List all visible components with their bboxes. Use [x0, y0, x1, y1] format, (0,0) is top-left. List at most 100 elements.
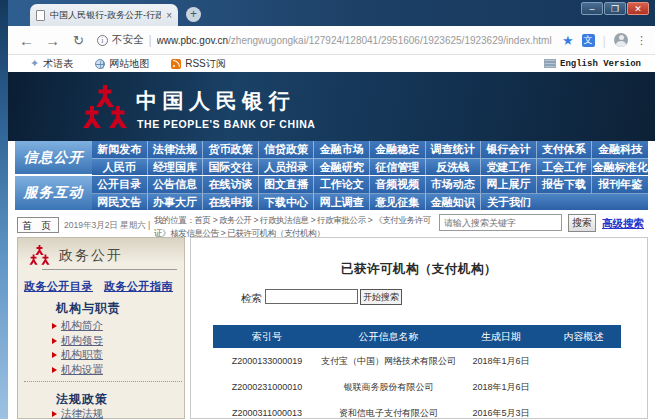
nav-item[interactable]: 调查统计	[426, 141, 482, 158]
tab-favicon-icon	[36, 10, 45, 21]
address-bar: ← → ↻ i 不安全 | www.pbc.gov.cn/zhengwugong…	[8, 26, 655, 55]
nav-item[interactable]: 党建工作	[481, 159, 537, 176]
rss-link[interactable]: RSS订阅	[171, 57, 226, 71]
nav-item[interactable]: 金融科技	[592, 141, 648, 158]
bank-name-english: THE PEOPLE'S BANK OF CHINA	[137, 118, 316, 130]
browser-titlebar: 中国人民银行-政务公开-行政执 × + – ❐ ✕	[0, 0, 655, 26]
nav-item[interactable]: 意见征集	[370, 194, 426, 211]
nav-item[interactable]: 信贷政策	[259, 141, 315, 158]
site-search-button[interactable]: 搜索	[568, 214, 596, 232]
nav-item[interactable]: 公开目录	[92, 176, 148, 193]
browser-tab[interactable]: 中国人民银行-政务公开-行政执 ×	[30, 4, 178, 26]
nav-item[interactable]: 银行会计	[481, 141, 537, 158]
start-search-button[interactable]: 开始搜索	[360, 289, 402, 305]
translate-icon[interactable]: 文	[582, 34, 595, 47]
window-maximize-button[interactable]: ❐	[604, 2, 626, 15]
sidebar-item-org-duty[interactable]: 机构职责	[52, 348, 103, 362]
nav-item[interactable]: 工作论文	[314, 176, 370, 193]
pbc-logo-small	[28, 245, 51, 266]
nav-item[interactable]: 金融知识	[426, 194, 482, 211]
sidebar-item-org-leaders[interactable]: 机构领导	[52, 334, 103, 348]
nav-item[interactable]: 工会工作	[537, 159, 593, 176]
nav-item[interactable]: 支付体系	[537, 141, 593, 158]
org-name-link[interactable]: 银联商务股份有限公司	[321, 381, 456, 394]
nav-item[interactable]: 金融标准化	[592, 159, 648, 176]
sidebar-section-title: 法规政策	[56, 391, 108, 408]
profile-avatar-icon[interactable]	[614, 33, 628, 47]
advanced-search-link[interactable]: 高级搜索	[602, 217, 644, 231]
browser-menu-icon[interactable]: ⋮	[636, 34, 647, 47]
nav-item[interactable]: 货币政策	[203, 141, 259, 158]
glossary-link[interactable]: ✦ 术语表	[30, 57, 73, 71]
table-row: Z2000231000010 银联商务股份有限公司 2018年1月6日	[213, 374, 621, 400]
nav-item[interactable]: 市场动态	[426, 176, 482, 193]
nav-item[interactable]: 网上调查	[314, 194, 370, 211]
sidebar-item-org-setup[interactable]: 机构设置	[52, 363, 103, 377]
nav-item[interactable]: 反洗钱	[426, 159, 482, 176]
org-name-link[interactable]: 支付宝（中国）网络技术有限公司	[321, 355, 456, 368]
date-text: 2019年3月2日 星期六 |	[64, 220, 150, 232]
site-search-input[interactable]	[439, 214, 562, 231]
retrieve-input[interactable]	[265, 289, 358, 304]
nav-item[interactable]: 法律法规	[148, 141, 204, 158]
nav-item[interactable]: 在线申报	[203, 194, 259, 211]
nav-item[interactable]: 报刊年鉴	[592, 176, 648, 193]
nav-item[interactable]: 公告信息	[148, 176, 204, 193]
nav-item[interactable]: 人民币	[92, 159, 148, 176]
globe-icon	[95, 59, 105, 69]
nav-item[interactable]: 金融稳定	[370, 141, 426, 158]
nav-item[interactable]: 网上展厅	[481, 176, 537, 193]
table-header-row: 索引号 公开信息名称 生成日期 内容概述	[213, 325, 621, 348]
nav-item[interactable]: 在线访谈	[203, 176, 259, 193]
sidebar-section-title: 机构与职责	[56, 300, 121, 317]
url-text[interactable]: www.pbc.gov.cn/zhengwugongkai/127924/128…	[157, 35, 552, 46]
new-tab-button[interactable]: +	[186, 7, 201, 22]
page-title: 已获许可机构（支付机构）	[191, 261, 647, 278]
sitemap-link[interactable]: 网站地图	[95, 57, 149, 71]
reload-icon[interactable]: ↻	[73, 33, 84, 48]
window-minimize-button[interactable]: –	[581, 2, 603, 15]
tab-title: 中国人民银行-政务公开-行政执	[50, 9, 161, 22]
table-row: Z2000311000013 资和信电子支付有限公司 2016年5月3日	[213, 400, 621, 419]
nav-item[interactable]: 金融研究	[314, 159, 370, 176]
sidebar: 政务公开 政务公开目录 政务公开指南 机构与职责 机构简介 机构领导 机构职责 …	[17, 237, 185, 419]
english-version-link[interactable]: English Version	[544, 59, 641, 69]
main-navigation: 信息公开 服务互动 新闻发布 法律法规 货币政策 信贷政策 金融市场 金融稳定 …	[15, 141, 648, 211]
nav-group-info-disclosure[interactable]: 信息公开	[15, 141, 92, 175]
nav-item[interactable]: 办事大厅	[148, 194, 204, 211]
nav-item[interactable]: 征信管理	[370, 159, 426, 176]
back-icon[interactable]: ←	[19, 32, 34, 49]
browser-window: 中国人民银行-政务公开-行政执 × + – ❐ ✕ ← → ↻ i 不安全 | …	[0, 0, 655, 419]
sidebar-item-org-intro[interactable]: 机构简介	[52, 319, 103, 333]
flag-icon	[544, 59, 556, 68]
forward-icon[interactable]: →	[45, 32, 60, 49]
nav-item[interactable]: 人员招录	[259, 159, 315, 176]
sidebar-link-directory[interactable]: 政务公开目录	[24, 279, 93, 294]
main-panel: 已获许可机构（支付机构） 检索： 开始搜索 索引号 公开信息名称 生成日期 内容…	[190, 237, 648, 419]
nav-item[interactable]: 网民文告	[92, 194, 148, 211]
org-name-link[interactable]: 资和信电子支付有限公司	[321, 407, 456, 419]
sidebar-link-guide[interactable]: 政务公开指南	[104, 279, 173, 294]
sidebar-item-laws[interactable]: 法律法规	[52, 407, 103, 419]
nav-item[interactable]: 国际交往	[203, 159, 259, 176]
license-table: 索引号 公开信息名称 生成日期 内容概述 Z2000133000019 支付宝（…	[213, 325, 621, 419]
nav-item[interactable]: 金融市场	[314, 141, 370, 158]
window-close-button[interactable]: ✕	[627, 2, 649, 15]
nav-item[interactable]: 报告下载	[537, 176, 593, 193]
nav-item[interactable]: 新闻发布	[92, 141, 148, 158]
nav-item[interactable]: 图文直播	[259, 176, 315, 193]
nav-item[interactable]: 经理国库	[148, 159, 204, 176]
bookmark-star-icon[interactable]: ★	[562, 33, 574, 48]
security-chip[interactable]: i 不安全	[97, 33, 144, 47]
tab-close-icon[interactable]: ×	[166, 10, 172, 21]
nav-item[interactable]: 关于我们	[481, 194, 537, 211]
bank-name-chinese: 中国人民银行	[136, 89, 295, 114]
breadcrumb-bar: 首 页 2019年3月2日 星期六 | 我的位置：首页 > 政务公开 > 行政执…	[8, 210, 655, 237]
nav-group-service[interactable]: 服务互动	[15, 176, 92, 210]
nav-item[interactable]: 下载中心	[259, 194, 315, 211]
table-row: Z2000133000019 支付宝（中国）网络技术有限公司 2018年1月6日	[213, 348, 621, 374]
pbc-logo	[80, 85, 130, 131]
home-button[interactable]: 首 页	[17, 217, 59, 233]
quick-links-bar: ✦ 术语表 网站地图 RSS订阅 English Version	[8, 55, 655, 72]
nav-item[interactable]: 音频视频	[370, 176, 426, 193]
